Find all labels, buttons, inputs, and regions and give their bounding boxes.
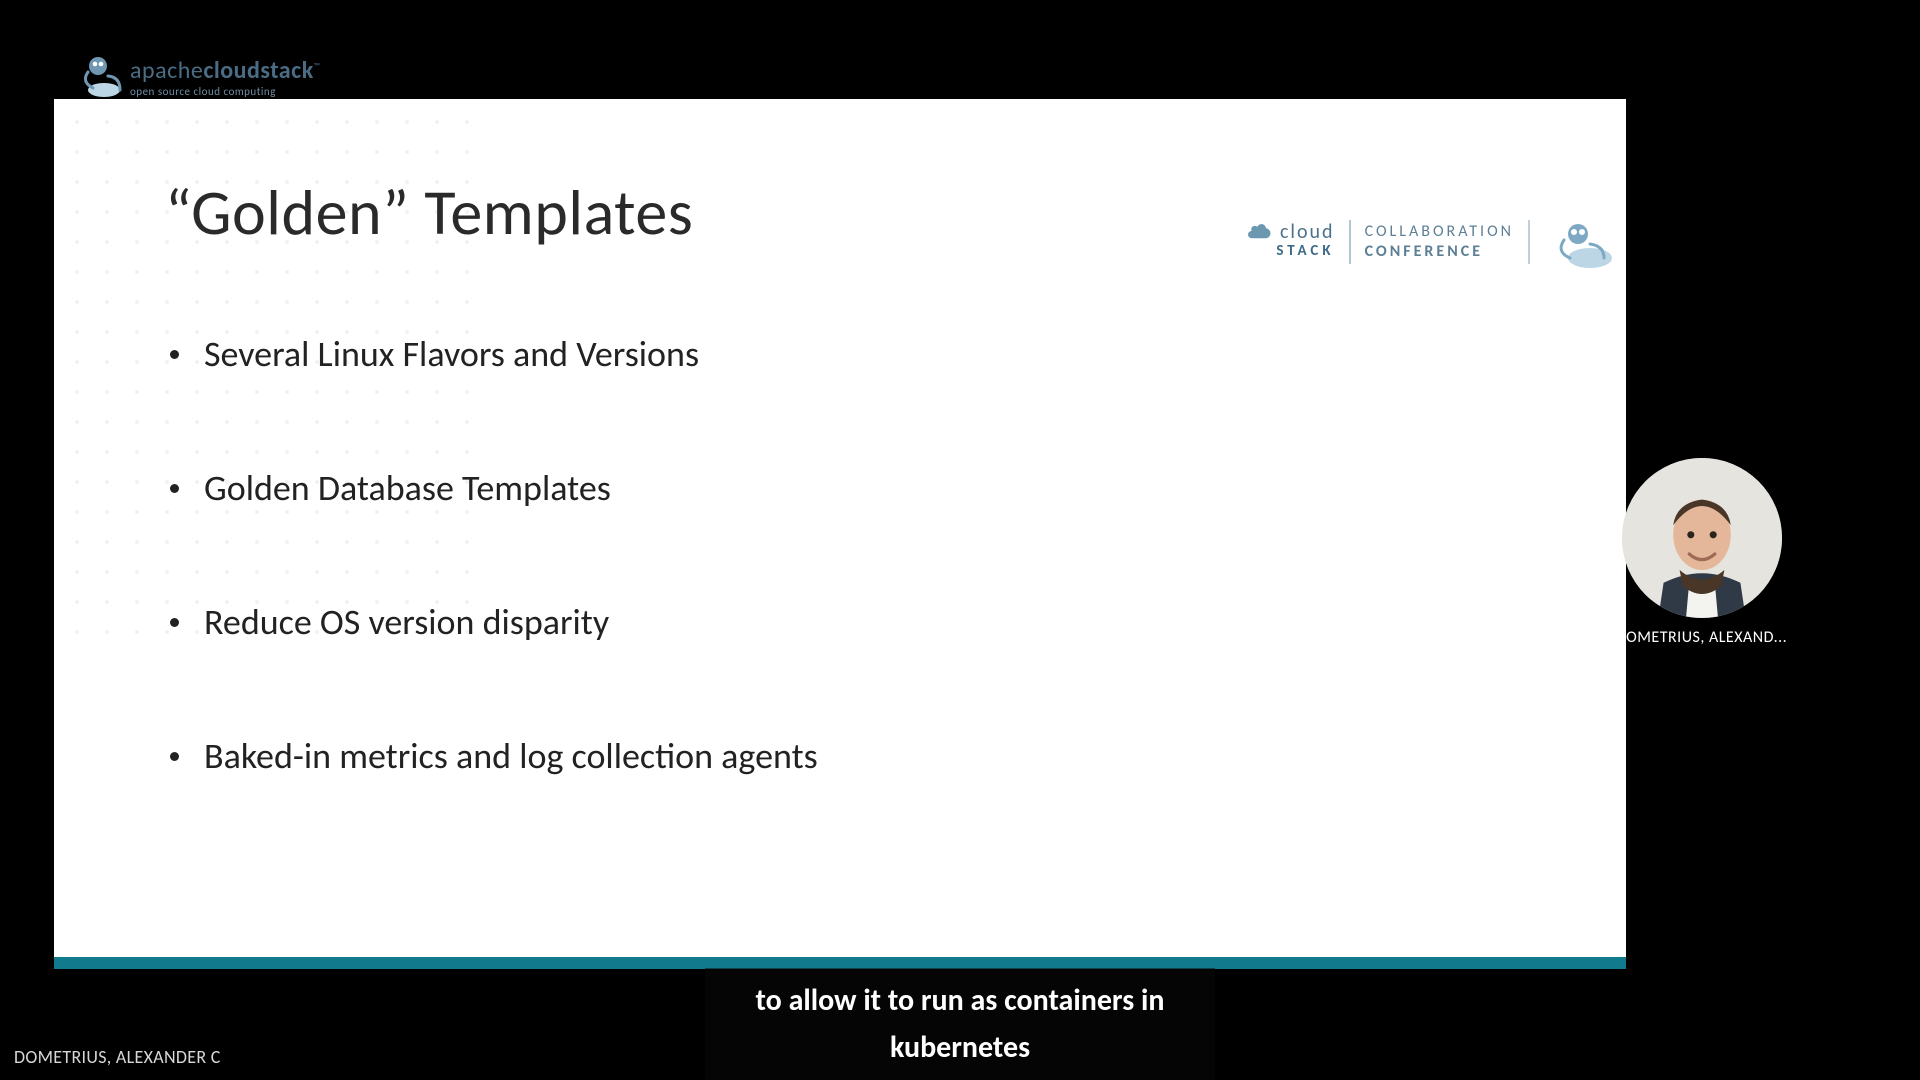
caption-line-2: kubernetes xyxy=(735,1025,1185,1072)
monkey-mascot-icon xyxy=(78,50,122,98)
video-conference-stage: cloud STACK COLLABORATION CONFERENCE xyxy=(0,0,1920,1080)
vertical-divider xyxy=(1528,220,1530,264)
brand-tagline: open source cloud computing xyxy=(130,85,321,98)
bullet-item: Reduce OS version disparity xyxy=(170,600,818,644)
speaker-thumbnail[interactable]: DOMETRIUS, ALEXAND... xyxy=(1609,458,1794,647)
speaker-name-label: DOMETRIUS, ALEXAND... xyxy=(1616,628,1787,647)
brand-wordmark: apachecloudstack™ xyxy=(130,59,321,83)
presenter-name-tag: DOMETRIUS, ALEXANDER C xyxy=(14,1046,221,1068)
bullet-item: Several Linux Flavors and Versions xyxy=(170,332,818,376)
bullet-list: Several Linux Flavors and Versions Golde… xyxy=(170,332,818,868)
vertical-divider xyxy=(1349,220,1351,264)
brand-word-apache: apache xyxy=(130,56,203,85)
conf-word-stack: STACK xyxy=(1276,242,1334,262)
cloudstack-mark: cloud STACK xyxy=(1248,222,1335,262)
monkey-mascot-icon xyxy=(1544,214,1614,270)
bullet-item: Golden Database Templates xyxy=(170,466,818,510)
apachecloudstack-logo: apachecloudstack™ open source cloud comp… xyxy=(78,50,338,98)
caption-line-1: to allow it to run as containers in xyxy=(735,978,1185,1025)
conference-title: COLLABORATION CONFERENCE xyxy=(1365,222,1514,262)
conference-logo: cloud STACK COLLABORATION CONFERENCE xyxy=(1248,211,1614,273)
cloud-icon xyxy=(1248,224,1274,242)
bullet-item: Baked-in metrics and log collection agen… xyxy=(170,734,818,778)
live-captions: to allow it to run as containers in kube… xyxy=(705,968,1215,1080)
brand-word-cloudstack: cloudstack xyxy=(203,56,313,85)
brand-text-block: apachecloudstack™ open source cloud comp… xyxy=(130,59,321,98)
avatar xyxy=(1622,458,1782,618)
conf-title-line1: COLLABORATION xyxy=(1365,222,1514,242)
slide-title: “Golden” Templates xyxy=(165,174,693,252)
conf-title-line2: CONFERENCE xyxy=(1365,242,1514,262)
conf-word-cloud: cloud xyxy=(1280,222,1335,242)
